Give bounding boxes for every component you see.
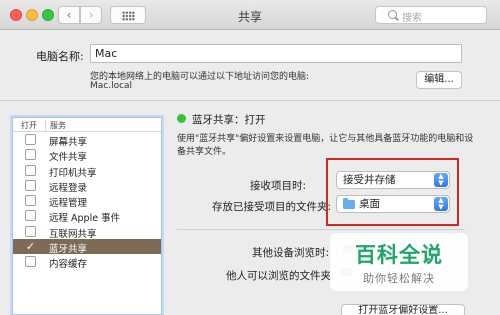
service-checkbox[interactable] <box>25 256 36 268</box>
receive-items-label: 接收项目时: <box>250 180 307 192</box>
service-label: 远程登录 <box>49 182 88 194</box>
service-row-bluetooth-sharing[interactable]: ✓ 蓝牙共享 <box>13 239 161 256</box>
service-checkbox[interactable] <box>25 179 36 191</box>
watermark-subtitle: 助你轻松解决 <box>363 272 435 285</box>
local-address: Mac.local <box>90 81 133 91</box>
service-label: 互联网共享 <box>49 228 97 240</box>
service-row-content-caching[interactable]: 内容缓存 <box>13 254 161 271</box>
close-window-button[interactable] <box>10 9 22 21</box>
search-field[interactable]: 搜索 <box>375 6 487 24</box>
service-description: 使用"蓝牙共享"偏好设置来设置电脑，让它与其他具备蓝牙功能的电脑和设备共享文件。 <box>177 134 474 157</box>
service-checkbox[interactable] <box>25 164 36 176</box>
show-all-button[interactable] <box>110 6 146 24</box>
search-icon <box>388 10 397 19</box>
service-row-remote-management[interactable]: 远程管理 <box>13 193 161 210</box>
services-list-header: 打开 服务 <box>13 118 161 132</box>
computer-name-label: 电脑名称: <box>36 50 84 63</box>
browse-label: 其他设备浏览时: <box>252 247 330 259</box>
service-row-remote-apple-events[interactable]: 远程 Apple 事件 <box>13 208 161 225</box>
watermark-title: 百科全说 <box>355 243 443 267</box>
grid-icon <box>121 11 135 21</box>
open-bluetooth-preferences-button[interactable]: 打开蓝牙偏好设置... <box>341 304 465 315</box>
highlight-annotation <box>326 158 459 226</box>
status-indicator <box>177 114 186 123</box>
window-toolbar: ‹ › 共享 搜索 <box>0 0 500 30</box>
service-row-remote-login[interactable]: 远程登录 <box>13 178 161 194</box>
search-placeholder: 搜索 <box>402 13 422 24</box>
window-title: 共享 <box>237 10 262 24</box>
service-label: 文件共享 <box>49 152 88 164</box>
minimize-window-button[interactable] <box>26 9 38 21</box>
store-folder-label: 存放已接受项目的文件夹: <box>212 201 332 213</box>
service-row-screen-sharing[interactable]: 屏幕共享 <box>13 132 161 148</box>
watermark: 百科全说 助你轻松解决 <box>330 233 468 291</box>
service-checkbox[interactable] <box>25 195 36 207</box>
column-header-service[interactable]: 服务 <box>45 120 66 132</box>
service-status: 蓝牙共享：打开 <box>192 114 266 126</box>
checkmark-icon[interactable]: ✓ <box>25 241 36 252</box>
zoom-window-button[interactable] <box>42 9 54 21</box>
service-label: 远程 Apple 事件 <box>49 213 121 225</box>
chevron-left-icon: ‹ <box>66 8 72 22</box>
edit-button[interactable]: 编辑... <box>416 71 462 89</box>
service-label: 蓝牙共享 <box>49 244 88 256</box>
service-label: 远程管理 <box>49 198 88 210</box>
service-checkbox[interactable] <box>25 149 36 161</box>
forward-button[interactable]: › <box>80 6 102 24</box>
service-row-printer-sharing[interactable]: 打印机共享 <box>13 163 161 179</box>
computer-name-section: 电脑名称: Mac 您的本地网络上的电脑可以通过以下地址访问您的电脑: Mac.… <box>0 31 500 101</box>
service-row-file-sharing[interactable]: 文件共享 <box>13 147 161 164</box>
chevron-right-icon: › <box>88 8 94 22</box>
service-checkbox[interactable] <box>25 225 36 237</box>
computer-name-input[interactable]: Mac <box>90 44 462 63</box>
service-label: 内容缓存 <box>49 259 88 271</box>
back-button[interactable]: ‹ <box>58 6 80 24</box>
section-divider <box>177 229 465 230</box>
service-checkbox[interactable] <box>25 210 36 222</box>
service-label: 打印机共享 <box>49 167 97 179</box>
service-row-internet-sharing[interactable]: 互联网共享 <box>13 224 161 240</box>
browse-folder-label: 他人可以浏览的文件夹: <box>226 270 335 282</box>
service-label: 屏幕共享 <box>49 137 88 148</box>
service-checkbox[interactable] <box>25 134 36 145</box>
services-list[interactable]: 打开 服务 屏幕共享 文件共享 打印机共享 远程登录 远程管理 远程 Apple… <box>12 117 162 315</box>
column-header-on[interactable]: 打开 <box>21 120 37 131</box>
